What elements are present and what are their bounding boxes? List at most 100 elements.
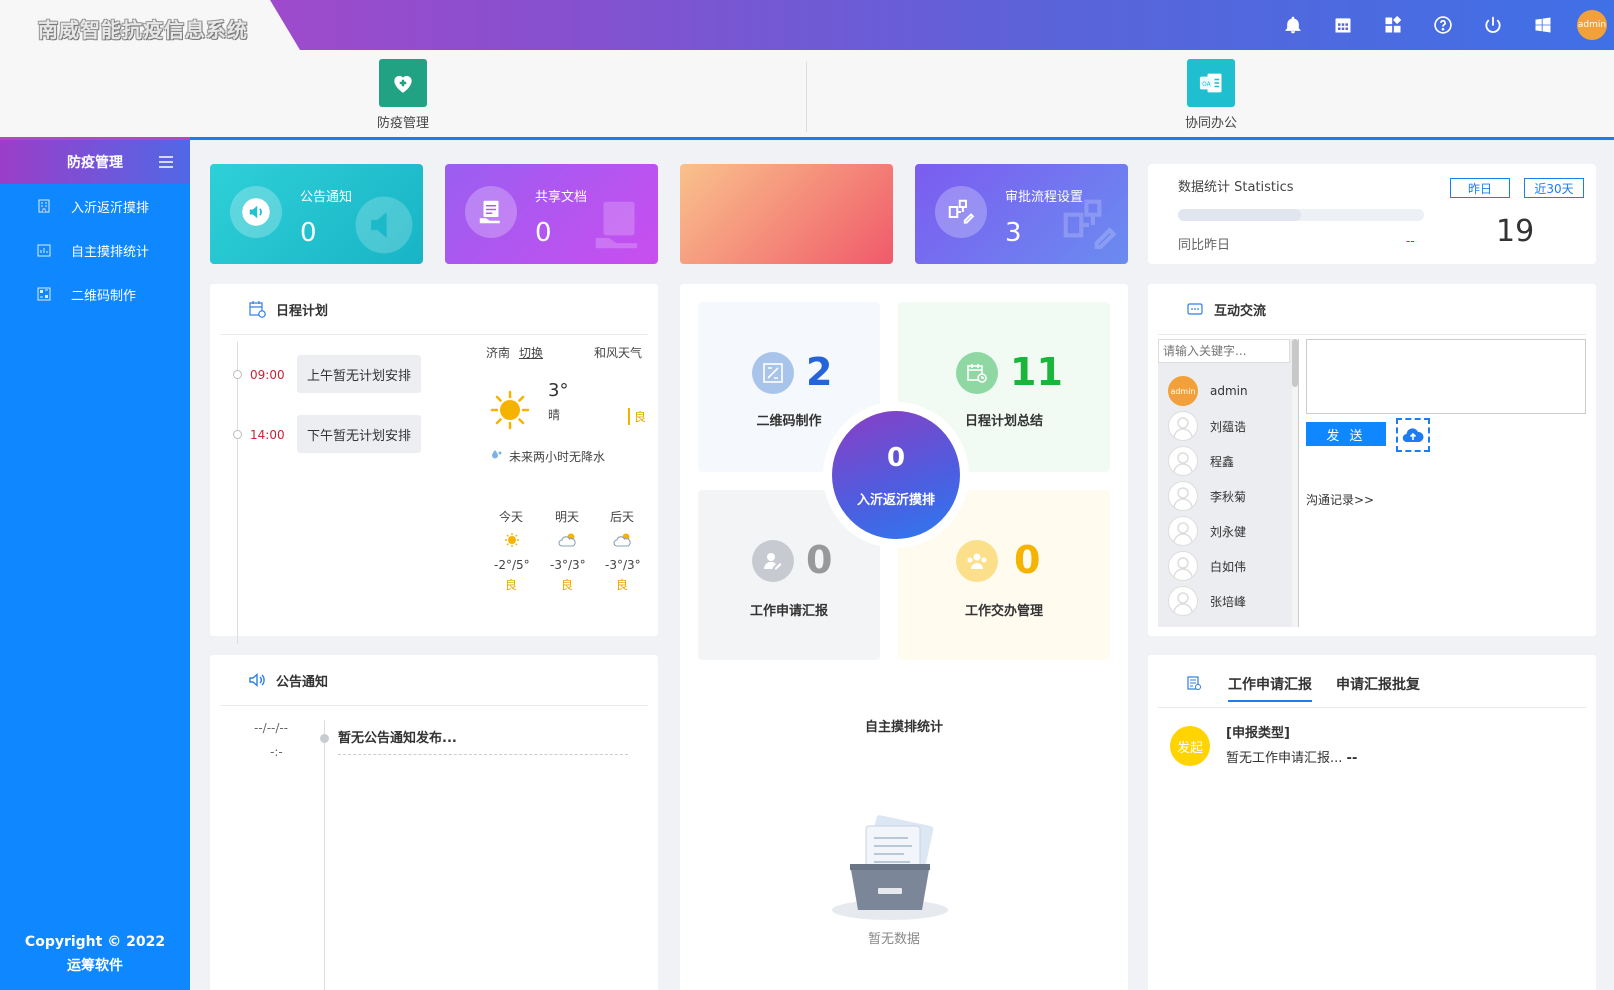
apps-icon[interactable] (1381, 13, 1405, 37)
quad-label: 工作交办管理 (964, 604, 1043, 619)
chat-user-item[interactable]: 张培峰 (1168, 585, 1246, 617)
empty-text: 暂无数据 (867, 932, 920, 947)
card-title: 公告通知 (300, 190, 353, 205)
chat-history-link[interactable]: 沟通记录>> (1306, 491, 1374, 508)
panel-header: 公告通知 (210, 655, 658, 705)
chat-message-input[interactable] (1306, 339, 1586, 414)
chat-user-name: 李秋菊 (1210, 489, 1247, 504)
module-label: 防疫管理 (376, 116, 429, 131)
chat-user-item[interactable]: 刘永健 (1168, 515, 1246, 547)
sidebar-title: 防疫管理 (67, 155, 123, 171)
speaker-bg-icon (355, 196, 413, 254)
default-avatar-icon (1168, 411, 1198, 441)
module-epidemic[interactable]: 防疫管理 (343, 59, 463, 131)
stats-icon (37, 244, 51, 257)
yesterday-button[interactable]: 昨日 (1450, 178, 1510, 198)
calendar-clock-icon (956, 352, 998, 394)
timeline-dot (233, 370, 242, 379)
sidebar-item-self-stats[interactable]: 自主摸排统计 (0, 228, 190, 272)
default-avatar-icon (1168, 551, 1198, 581)
heart-plus-icon (379, 59, 427, 107)
bell-icon[interactable] (1281, 13, 1305, 37)
weather-switch-link[interactable]: 切换 (519, 344, 543, 361)
sidebar: 防疫管理 入沂返沂摸排 自主摸排统计 二维码制作 Copyright © 202… (0, 140, 190, 990)
forecast-day-label: 今天 (499, 510, 524, 524)
cloudy-sun-icon (613, 533, 631, 547)
report-item[interactable]: 暂无工作申请汇报... -- (1226, 747, 1357, 766)
module-office[interactable]: OA 协同办公 (1151, 59, 1271, 131)
cloud-upload-icon (1402, 428, 1424, 443)
copyright: Copyright © 2022 运筹软件 (0, 930, 190, 978)
chat-user-item[interactable]: 李秋菊 (1168, 480, 1246, 512)
help-icon[interactable] (1431, 13, 1455, 37)
timeline-dot (233, 430, 242, 439)
quad-value: 2 (806, 350, 833, 394)
menu-icon[interactable] (158, 154, 174, 170)
cloudy-sun-icon (558, 533, 576, 547)
chat-divider (1298, 339, 1299, 627)
top-header: 南威智能抗疫信息系统 admin (0, 0, 1614, 50)
quad-value: 0 (806, 538, 833, 582)
chat-user-item[interactable]: 刘蕴诰 (1168, 410, 1246, 442)
notice-item[interactable]: 暂无公告通知发布... (338, 727, 628, 755)
user-edit-icon (752, 540, 794, 582)
center-circle-return-survey[interactable]: 0 入沂返沂摸排 (832, 411, 960, 539)
upload-button[interactable] (1396, 418, 1430, 452)
report-icon (1187, 676, 1201, 690)
workflow-bg-icon (1063, 199, 1117, 250)
chat-user-item[interactable]: 白如伟 (1168, 550, 1246, 582)
tab-report-reply[interactable]: 申请汇报批复 (1336, 674, 1420, 700)
panel-header: 互动交流 (1148, 284, 1596, 334)
chat-user-name: 张培峰 (1210, 594, 1247, 609)
card-notice[interactable]: 公告通知 0 (210, 164, 423, 264)
report-suffix: -- (1346, 751, 1358, 766)
user-avatar[interactable]: admin (1577, 10, 1607, 40)
default-avatar-icon (1168, 516, 1198, 546)
building-icon (38, 199, 50, 213)
speaker-icon (230, 186, 282, 238)
calendar-icon[interactable] (1331, 13, 1355, 37)
send-button[interactable]: 发 送 (1306, 422, 1386, 446)
schedule-item[interactable]: 上午暂无计划安排 (297, 355, 422, 393)
tab-work-report[interactable]: 工作申请汇报 (1228, 674, 1312, 702)
circle-label: 入沂返沂摸排 (856, 493, 935, 508)
card-blank[interactable] (680, 164, 893, 264)
card-value: 0 (300, 218, 317, 248)
chat-user-name: admin (1210, 384, 1248, 398)
chat-user-item[interactable]: admin admin (1168, 375, 1248, 407)
chat-search-input[interactable] (1158, 339, 1290, 363)
team-icon (956, 540, 998, 582)
module-bar: 防疫管理 OA 协同办公 (0, 50, 1614, 140)
statistics-progress-bar (1178, 209, 1424, 221)
document-bg-icon (595, 201, 638, 249)
timeline-line (237, 342, 238, 644)
statistics-value: 19 (1496, 214, 1535, 249)
compare-value: -- (1406, 234, 1415, 248)
report-type-label: [申报类型] (1226, 726, 1290, 741)
windows-icon[interactable] (1531, 13, 1555, 37)
forecast-range: -3°/3° (550, 558, 586, 572)
card-approval[interactable]: 审批流程设置 3 (915, 164, 1128, 264)
notice-time: -:- (270, 745, 283, 759)
chat-user-item[interactable]: 程鑫 (1168, 445, 1234, 477)
chat-user-name: 程鑫 (1210, 454, 1235, 469)
qrcode-icon (37, 287, 51, 301)
sun-icon (490, 390, 530, 430)
last-30-days-button[interactable]: 近30天 (1524, 178, 1584, 198)
weather-temp: 3° (548, 380, 569, 401)
notice-timeline-line (324, 720, 325, 990)
forecast-aqi: 良 (561, 578, 574, 592)
app-title: 南威智能抗疫信息系统 (38, 18, 248, 42)
power-icon[interactable] (1481, 13, 1505, 37)
card-shared-docs[interactable]: 共享文档 0 (445, 164, 658, 264)
weather-city: 济南 (486, 346, 511, 360)
card-value: 3 (1005, 218, 1022, 248)
schedule-item[interactable]: 下午暂无计划安排 (297, 415, 422, 453)
initiate-badge: 发起 (1170, 726, 1210, 766)
chat-user-name: 白如伟 (1210, 559, 1247, 574)
notice-panel: 公告通知 --/--/-- -:- 暂无公告通知发布... (210, 655, 658, 990)
weather-source[interactable]: 和风天气 (594, 344, 642, 361)
sidebar-item-qrcode[interactable]: 二维码制作 (0, 272, 190, 316)
sidebar-item-return-survey[interactable]: 入沂返沂摸排 (0, 184, 190, 228)
forecast-range: -2°/5° (494, 558, 530, 572)
